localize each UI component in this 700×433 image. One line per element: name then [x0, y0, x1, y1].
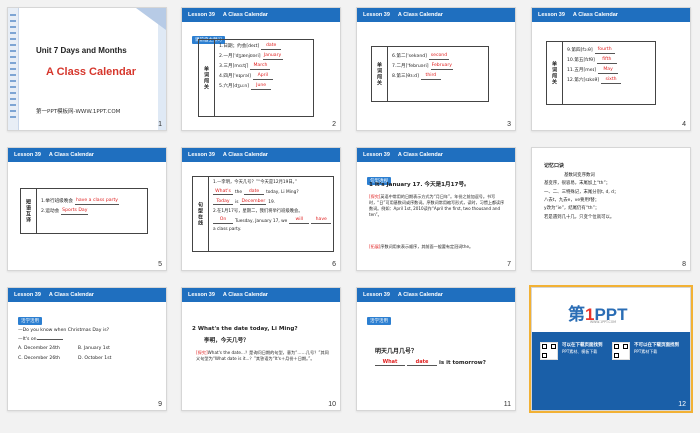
exercise-question: 明天几月几号？ — [375, 348, 418, 355]
slide-number: 4 — [682, 121, 686, 128]
slide-header: Lesson 39 A Class Calendar — [8, 288, 166, 302]
vocab-table: 单词闯关 6.第二['sekənd] second 7.二月['februəri]… — [371, 46, 489, 102]
mnemonic-heading: 记忆口诀 — [544, 163, 565, 169]
slide-number: 2 — [332, 121, 336, 128]
unit-title: Unit 7 Days and Months — [36, 46, 127, 55]
slide-thumbnail-7[interactable]: Lesson 39 A Class Calendar 句型透视 1 It's Ja… — [356, 147, 516, 271]
slide-number: 3 — [507, 121, 511, 128]
template-credit: 第一PPT模板网-WWW.1PPT.COM — [36, 109, 121, 115]
slide-number: 8 — [682, 261, 686, 268]
exercise-text: —Do you know when Christmas Day is? —It'… — [18, 328, 112, 361]
vocab-row: 11.五月[meɪ] May — [567, 67, 651, 74]
decor-left-bar — [8, 8, 19, 130]
slide-thumbnail-3[interactable]: Lesson 39 A Class Calendar 单词闯关 6.第二['sek… — [356, 7, 516, 131]
section-tag: 活学活用 — [18, 317, 42, 325]
explanation-text: [探究]What's the date...？是询问日期的句型，意为“……几号？… — [196, 350, 329, 362]
slide-header: Lesson 39 A Class Calendar — [357, 148, 515, 162]
slide-thumbnail-12[interactable]: 第1PPT WWW.1PPT.COM 可以在下载页面找到 PPT素材、模板下载 不… — [529, 285, 693, 413]
phrase-table: 短语互译 1.举行班级晚会 have a class party 2.运动会 Spo… — [20, 188, 148, 234]
slide-thumbnail-5[interactable]: Lesson 39 A Class Calendar 短语互译 1.举行班级晚会 h… — [7, 147, 167, 271]
sentence-heading-cn: 李明，今天几号？ — [204, 338, 249, 344]
slide-header: Lesson 39 A Class Calendar — [182, 8, 340, 22]
slide-thumbnail-1[interactable]: Unit 7 Days and Months A Class Calendar … — [7, 7, 167, 131]
qr-code-icon — [540, 342, 558, 360]
exercise-answer-line: What date is it tomorrow? — [375, 359, 486, 366]
slide-thumbnail-8[interactable]: 记忆口诀 基数词变序数词 基变序，很容易，末尾加上“th”； 一、二、三特殊记，… — [531, 147, 691, 271]
phrase-row: 2.运动会 Sports Day — [41, 208, 89, 215]
slide-thumbnail-11[interactable]: Lesson 39 A Class Calendar 活学活用 明天几月几号？ W… — [356, 287, 516, 411]
slide-header: Lesson 39 A Class Calendar — [182, 288, 340, 302]
vocab-row: 8.第三[θɜːd] third — [392, 73, 484, 80]
vocab-row: 4.四月['eɪprəl] April — [219, 73, 309, 80]
vocab-row: 2.一月['dʒænjʊəri] January — [219, 53, 283, 60]
lesson-title: A Class Calendar — [46, 66, 137, 78]
slide-header: Lesson 39 A Class Calendar — [357, 288, 515, 302]
slide-number: 9 — [158, 401, 162, 408]
vocab-row: 6.第二['sekənd] second — [392, 53, 449, 60]
sentence-heading: 1 It's January 17. 今天是1月17号。 — [369, 182, 470, 188]
vocab-row: 5.六月[dʒuːn] June — [219, 83, 309, 90]
slide-thumbnail-10[interactable]: Lesson 39 A Class Calendar 2 What's the d… — [181, 287, 341, 411]
slide-number: 10 — [328, 401, 336, 408]
vocab-row: 1.日期；约会[deɪt] date — [219, 43, 309, 50]
extension-text: [拓展]序数词用来表示顺序，其前面一般要有定冠词the。 — [369, 244, 474, 249]
qr-code-icon — [612, 342, 630, 360]
table-label: 单词闯关 — [199, 40, 215, 116]
explanation-text: [探究]英语中常用的日期表示方式为“月日年”。年份之前加逗号。书写时，“日”可用… — [369, 194, 505, 217]
slide-number: 11 — [503, 401, 511, 408]
slide-number: 12 — [678, 401, 686, 408]
section-tag: 活学活用 — [367, 317, 391, 325]
vocab-row: 7.二月['februəri] February — [392, 63, 453, 70]
info-band: 可以在下载页面找到 PPT素材、模板下载 不可以在下载页面找到 PPT素材下载 — [532, 332, 690, 410]
vocab-row: 9.第四[fɔːθ] fourth — [567, 47, 651, 54]
slide-thumbnail-2[interactable]: Lesson 39 A Class Calendar 课前自主预习 单词闯关 1.… — [181, 7, 341, 131]
slide-thumbnail-4[interactable]: Lesson 39 A Class Calendar 单词闯关 9.第四[fɔːθ… — [531, 7, 691, 131]
slide-number: 5 — [158, 261, 162, 268]
vocab-table: 单词闯关 9.第四[fɔːθ] fourth 10.第五[fɪfθ] fifth 1… — [546, 41, 656, 105]
slide-number: 7 — [507, 261, 511, 268]
slide-header: Lesson 39 A Class Calendar — [532, 8, 690, 22]
slide-thumbnail-6[interactable]: Lesson 39 A Class Calendar 句型在线 1.—李明，今天几… — [181, 147, 341, 271]
vocab-table: 单词闯关 1.日期；约会[deɪt] date 2.一月['dʒænjʊəri] J… — [198, 39, 314, 117]
sentence-heading: 2 What's the date today, Li Ming? — [192, 326, 298, 332]
slide-sorter-grid: Unit 7 Days and Months A Class Calendar … — [0, 0, 700, 433]
slide-header: Lesson 39 A Class Calendar — [8, 148, 166, 162]
slide-header: Lesson 39 A Class Calendar — [182, 148, 340, 162]
vocab-row: 10.第五[fɪfθ] fifth — [567, 57, 651, 64]
slide-number: 1 — [158, 121, 162, 128]
slide-number: 6 — [332, 261, 336, 268]
brand-url: WWW.1PPT.COM — [590, 320, 617, 324]
vocab-row: 3.三月[mɑːtʃ] March — [219, 63, 309, 70]
sentence-table: 句型在线 1.—李明，今天几号？”“今天是12月19日。” What's the d… — [192, 176, 334, 252]
phrase-row: 1.举行班级晚会 have a class party — [41, 198, 119, 205]
vocab-row: 12.第六[sɪksθ] sixth — [567, 77, 651, 84]
mnemonic-text: 基数词变序数词 基变序，很容易，末尾加上“th”； 一、二、三特殊记，末尾分别t… — [544, 173, 619, 220]
decor-corner — [136, 8, 166, 30]
slide-thumbnail-9[interactable]: Lesson 39 A Class Calendar 活学活用 —Do you k… — [7, 287, 167, 411]
slide-header: Lesson 39 A Class Calendar — [357, 8, 515, 22]
